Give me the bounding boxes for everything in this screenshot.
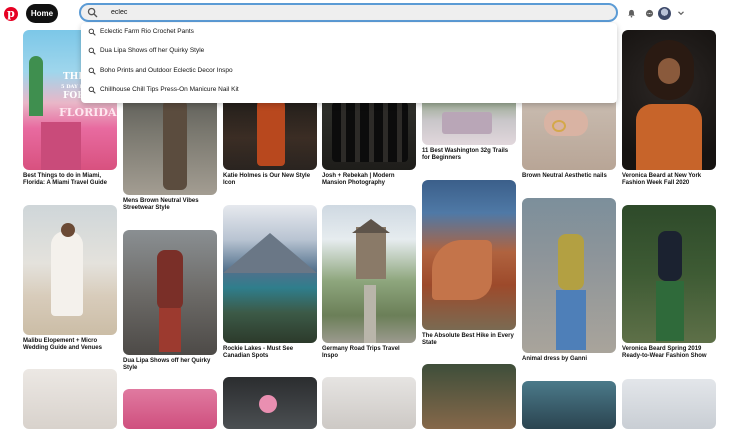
pin-image[interactable] [223,205,317,343]
pin-card[interactable]: The Absolute Best Hike in Every State [422,180,516,347]
user-avatar[interactable] [658,7,671,20]
pin-image[interactable] [522,381,616,429]
pin-image[interactable] [622,379,716,429]
messages-icon[interactable] [645,9,654,18]
pin-card[interactable] [322,377,416,429]
pin-caption: 11 Best Washington 32g Trails for Beginn… [422,148,509,161]
pin-overlay-text: FLORIDA [59,106,117,119]
suggestion-text: Eclectic Farm Rio Crochet Pants [100,28,194,35]
pin-card[interactable]: Veronica Beard Spring 2019 Ready-to-Wear… [622,205,716,360]
pin-card[interactable]: Josh + Rebekah | Modern Mansion Photogra… [322,90,416,187]
pin-card[interactable]: Dua Lipa Shows off her Quirky Style [123,230,217,372]
pin-card[interactable] [123,389,217,429]
search-icon [88,47,96,55]
pin-image[interactable] [622,30,716,170]
search-input[interactable] [111,5,591,20]
pin-card[interactable]: Brown Neutral Aesthetic nails [522,90,616,180]
pin-image[interactable] [422,180,516,330]
pin-image[interactable] [322,377,416,429]
pinterest-logo-icon[interactable]: p [4,7,18,21]
pin-image[interactable] [123,389,217,429]
notifications-bell-icon[interactable] [627,9,636,18]
suggestion-text: Chillhouse Chill Tips Press-On Manicure … [100,86,239,93]
pin-caption: Dua Lipa Shows off her Quirky Style [123,358,211,371]
suggestion-item[interactable]: Eclectic Farm Rio Crochet Pants [81,24,617,42]
pin-image[interactable] [123,230,217,355]
pin-caption: Veronica Beard Spring 2019 Ready-to-Wear… [622,346,707,359]
search-icon [87,7,98,18]
pin-caption: Mens Brown Neutral Vibes Streetwear Styl… [123,198,199,211]
pin-card[interactable]: Germany Road Trips Travel Inspo [322,205,416,360]
pin-card[interactable]: Katie Holmes is Our New Style Icon [223,90,317,187]
pin-caption: Katie Holmes is Our New Style Icon [223,173,311,186]
pin-image[interactable] [622,205,716,343]
pin-card[interactable]: Rockie Lakes - Must See Canadian Spots [223,205,317,360]
suggestion-item[interactable]: Dua Lipa Shows off her Quirky Style [81,43,617,61]
suggestion-text: Boho Prints and Outdoor Eclectic Decor I… [100,67,233,74]
pin-card[interactable] [522,381,616,429]
pin-image[interactable] [522,198,616,353]
search-icon [88,67,96,75]
pin-card[interactable]: Animal dress by Ganni [522,198,616,363]
suggestion-item[interactable]: Chillhouse Chill Tips Press-On Manicure … [81,82,617,100]
search-icon [88,28,96,36]
pin-caption: Veronica Beard at New York Fashion Week … [622,173,702,186]
pin-image[interactable] [23,369,117,429]
suggestion-text: Dua Lipa Shows off her Quirky Style [100,47,205,54]
pin-caption: The Absolute Best Hike in Every State [422,333,514,346]
pin-image[interactable] [422,364,516,429]
pin-card[interactable] [622,379,716,429]
suggestion-item[interactable]: Boho Prints and Outdoor Eclectic Decor I… [81,63,617,81]
search-bar[interactable] [79,3,618,22]
home-button[interactable]: Home [26,4,58,23]
pin-image[interactable] [322,205,416,343]
pin-card[interactable] [223,377,317,429]
pin-caption: Animal dress by Ganni [522,356,588,362]
pin-caption: Best Things to do in Miami, Florida: A M… [23,173,107,186]
pin-caption: Germany Road Trips Travel Inspo [322,346,400,359]
pin-image[interactable] [23,205,117,335]
pin-card[interactable] [422,364,516,429]
pin-caption: Malibu Elopement + Micro Wedding Guide a… [23,338,102,351]
pin-caption: Josh + Rebekah | Modern Mansion Photogra… [322,173,395,186]
chevron-down-icon[interactable] [677,9,685,17]
pin-card[interactable]: Mens Brown Neutral Vibes Streetwear Styl… [123,90,217,212]
pin-image[interactable] [223,377,317,429]
pin-caption: Rockie Lakes - Must See Canadian Spots [223,346,294,359]
pin-image[interactable] [123,90,217,195]
search-suggestions-dropdown: Eclectic Farm Rio Crochet Pants Dua Lipa… [81,23,617,103]
pin-card[interactable]: Malibu Elopement + Micro Wedding Guide a… [23,205,117,352]
pin-caption: Brown Neutral Aesthetic nails [522,173,607,179]
pin-card[interactable] [23,369,117,429]
pin-card[interactable]: Veronica Beard at New York Fashion Week … [622,30,716,187]
search-icon [88,86,96,94]
